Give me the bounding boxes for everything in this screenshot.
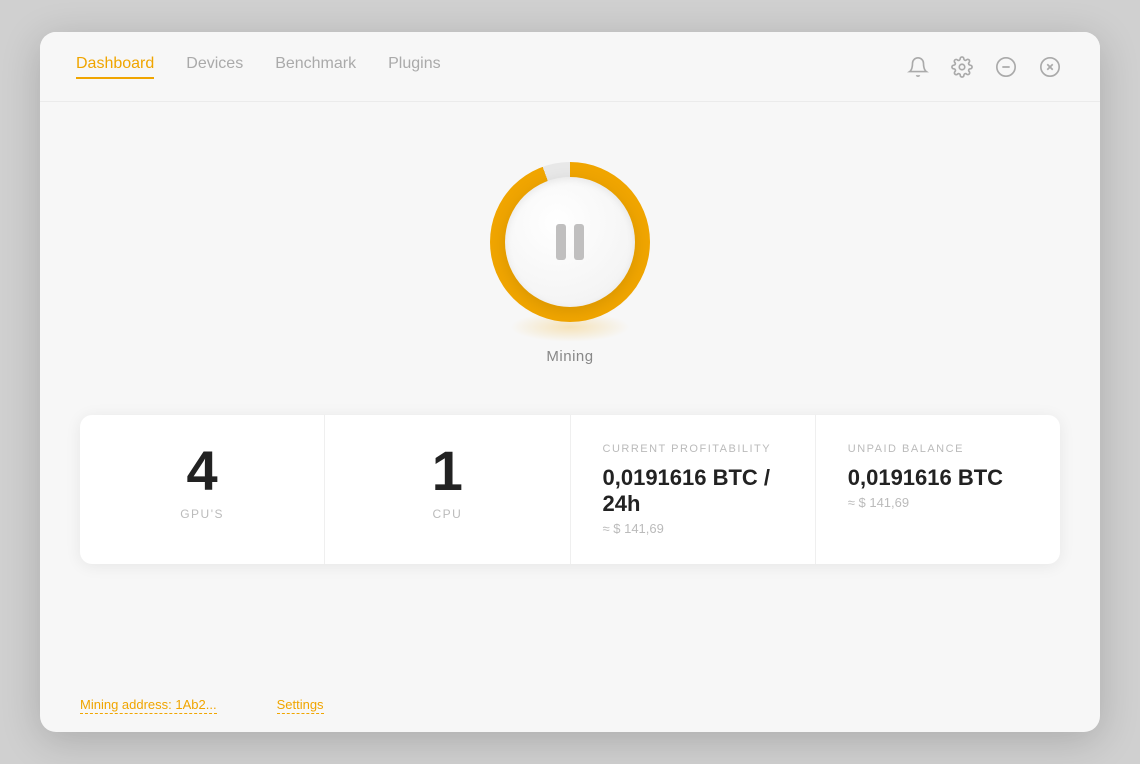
stat-card-profitability: CURRENT PROFITABILITY 0,0191616 BTC / 24… [571, 415, 816, 564]
stat-card-cpu: 1 CPU [325, 415, 570, 564]
pause-bar-left [556, 224, 566, 260]
mining-status-label: Mining [546, 348, 593, 365]
main-content: Mining 4 GPU'S 1 CPU CURRENT PROFITABILI… [40, 102, 1100, 679]
mining-glow [510, 312, 630, 342]
gpu-label: GPU'S [180, 507, 224, 521]
profitability-label: CURRENT PROFITABILITY [603, 443, 772, 455]
nav-plugins[interactable]: Plugins [388, 55, 440, 79]
settings-icon[interactable] [948, 53, 976, 81]
cpu-label: CPU [432, 507, 462, 521]
pause-bar-right [574, 224, 584, 260]
minimize-icon[interactable] [992, 53, 1020, 81]
gpu-count: 4 [187, 443, 218, 499]
profitability-usd: ≈ $ 141,69 [603, 521, 664, 536]
nav-dashboard[interactable]: Dashboard [76, 55, 154, 79]
balance-label: UNPAID BALANCE [848, 443, 964, 455]
mining-area: Mining [490, 162, 650, 365]
stat-card-balance: UNPAID BALANCE 0,0191616 BTC ≈ $ 141,69 [816, 415, 1060, 564]
stats-row: 4 GPU'S 1 CPU CURRENT PROFITABILITY 0,01… [80, 415, 1060, 564]
bell-icon[interactable] [904, 53, 932, 81]
cpu-count: 1 [432, 443, 463, 499]
stat-card-gpus: 4 GPU'S [80, 415, 325, 564]
header-actions [904, 53, 1064, 81]
main-nav: Dashboard Devices Benchmark Plugins [76, 55, 441, 79]
mining-button-wrapper [490, 162, 650, 322]
nav-benchmark[interactable]: Benchmark [275, 55, 356, 79]
hint-settings[interactable]: Settings [277, 697, 324, 714]
pause-icon [556, 224, 584, 260]
mining-toggle-button[interactable] [490, 162, 650, 322]
close-icon[interactable] [1036, 53, 1064, 81]
profitability-value: 0,0191616 BTC / 24h [603, 465, 783, 517]
nav-devices[interactable]: Devices [186, 55, 243, 79]
app-header: Dashboard Devices Benchmark Plugins [40, 32, 1100, 102]
bottom-hint-bar: Mining address: 1Ab2... Settings [40, 679, 1100, 732]
hint-address[interactable]: Mining address: 1Ab2... [80, 697, 217, 714]
balance-value: 0,0191616 BTC [848, 465, 1003, 491]
balance-usd: ≈ $ 141,69 [848, 495, 909, 510]
app-window: Dashboard Devices Benchmark Plugins [40, 32, 1100, 732]
